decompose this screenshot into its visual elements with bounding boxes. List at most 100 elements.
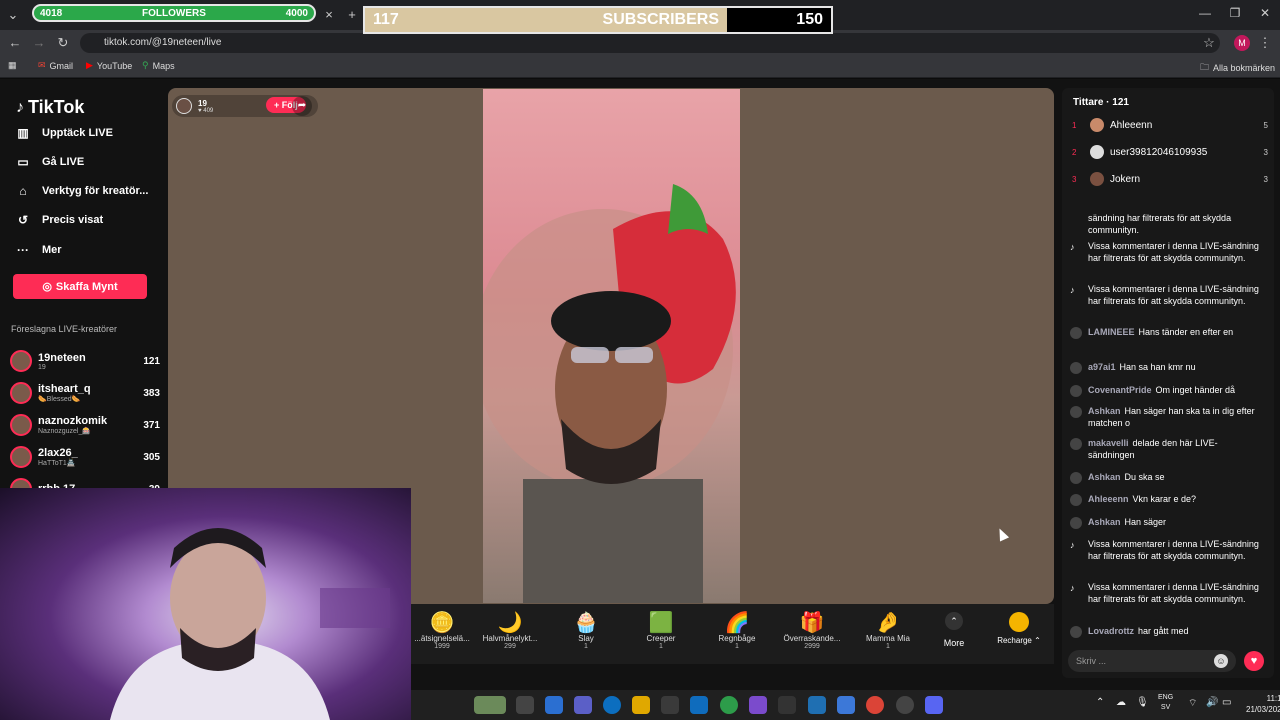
top-viewer-row[interactable]: 1 Ahleeenn 5: [1072, 116, 1268, 134]
microphone-icon[interactable]: 🎙: [1136, 697, 1149, 708]
close-window-icon[interactable]: ✕: [1256, 6, 1274, 24]
bookmark-gmail[interactable]: ✉ Gmail: [38, 60, 73, 71]
tray-chevron-icon[interactable]: ⌃: [1096, 697, 1104, 708]
teams-icon[interactable]: [574, 696, 592, 714]
chat-text: har gått med: [1138, 626, 1189, 636]
store-icon[interactable]: [661, 696, 679, 714]
gift-item[interactable]: 🌈 Regnbåge 1: [701, 610, 773, 650]
tiktok-logo[interactable]: ♪ TikTok: [16, 97, 84, 118]
gift-item[interactable]: 🌙 Halvmånelykt... 299: [474, 610, 546, 650]
chat-username[interactable]: LAMINEEE: [1088, 327, 1135, 337]
chat-username[interactable]: CovenantPride: [1088, 385, 1152, 395]
chat-username[interactable]: Lovadrottz: [1088, 626, 1134, 636]
system-clock[interactable]: 11:10 21/03/2026: [1246, 693, 1280, 715]
creator-item[interactable]: itsheart_q 🌭Blessed🌭 383: [10, 379, 160, 407]
outlook-icon[interactable]: [690, 696, 708, 714]
like-heart-icon[interactable]: ♥: [1244, 651, 1264, 671]
chat-username[interactable]: makavelli: [1088, 438, 1129, 448]
chrome-icon[interactable]: [866, 696, 884, 714]
url-field[interactable]: tiktok.com/@19neteen/live: [80, 33, 1220, 53]
host-avatar[interactable]: [176, 98, 192, 114]
avatar: [10, 382, 32, 404]
nav-item-upptack-live[interactable]: ▥ Upptäck LIVE: [16, 126, 113, 140]
get-coins-button[interactable]: ◎ Skaffa Mynt: [13, 274, 147, 299]
close-tab-icon[interactable]: ×: [320, 6, 338, 24]
avatar: [10, 350, 32, 372]
creator-viewer-count: 121: [143, 355, 160, 367]
vpn-icon[interactable]: [720, 696, 738, 714]
share-icon[interactable]: ➦: [292, 96, 312, 116]
subscribers-remaining: 150: [727, 8, 831, 32]
all-bookmarks[interactable]: 🗀 Alla bokmärken: [1200, 60, 1275, 76]
widget-icon[interactable]: [474, 696, 506, 714]
gift-item[interactable]: 🧁 Slay 1: [550, 610, 622, 650]
viewer-name: Ahleeenn: [1110, 119, 1153, 131]
recharge-button[interactable]: Recharge ⌃: [994, 612, 1044, 645]
chat-username[interactable]: Ashkan: [1088, 517, 1121, 527]
apps-icon[interactable]: ▦: [8, 60, 17, 71]
profile-avatar[interactable]: M: [1234, 35, 1250, 51]
chat-username[interactable]: Ashkan: [1088, 472, 1121, 482]
app-icon[interactable]: [749, 696, 767, 714]
browser-menu-icon[interactable]: ⋮: [1256, 34, 1274, 52]
host-likes: ♥ 409: [198, 107, 214, 114]
chat-message-body: Vissa kommentarer i denna LIVE-sändning …: [1088, 240, 1262, 264]
emoji-icon[interactable]: ☺: [1214, 654, 1228, 668]
chat-username[interactable]: a97ai1: [1088, 362, 1116, 372]
app-icon[interactable]: [778, 696, 796, 714]
chat-username[interactable]: Ashkan: [1088, 406, 1121, 416]
chat-username[interactable]: Ahleeenn: [1088, 494, 1129, 504]
nav-item-recently-viewed[interactable]: ↺ Precis visat: [16, 213, 103, 227]
gift-item[interactable]: 🎁 Överraskande... 2999: [776, 610, 848, 650]
chat-input[interactable]: Skriv ...: [1068, 650, 1236, 672]
task-view-icon[interactable]: [516, 696, 534, 714]
top-viewer-row[interactable]: 2 user39812046109935 3: [1072, 143, 1268, 161]
gift-item[interactable]: 🤌 Mamma Mia 1: [852, 610, 924, 650]
wifi-icon[interactable]: ⌔: [1188, 697, 1197, 710]
restore-icon[interactable]: ❐: [1226, 6, 1244, 24]
forward-icon[interactable]: →: [30, 34, 48, 52]
back-icon[interactable]: ←: [6, 34, 24, 52]
file-explorer-icon[interactable]: [632, 696, 650, 714]
gift-item[interactable]: 🟩 Creeper 1: [625, 610, 697, 650]
tiktok-note-icon: ♪: [1070, 285, 1075, 295]
creator-viewer-count: 305: [143, 451, 160, 463]
creator-item[interactable]: 2lax26_ HaTToT1🏯 305: [10, 443, 160, 471]
obs-icon[interactable]: [896, 696, 914, 714]
viewer-score: 3: [1263, 174, 1268, 184]
new-tab-icon[interactable]: +: [343, 6, 361, 24]
reload-icon[interactable]: ↻: [54, 34, 72, 52]
more-gifts-button[interactable]: ⌃ More: [938, 612, 970, 648]
copilot-icon[interactable]: [545, 696, 563, 714]
bookmark-star-icon[interactable]: ☆: [1200, 34, 1218, 52]
creator-item[interactable]: 19neteen 19 121: [10, 347, 160, 375]
subscribers-goal: 150: [796, 11, 823, 28]
gift-price: 1: [886, 643, 890, 650]
nav-item-ga-live[interactable]: ▭ Gå LIVE: [16, 155, 84, 169]
creator-item[interactable]: naznozkomik Naznozguzel_🎰 371: [10, 411, 160, 439]
top-viewer-row[interactable]: 3 Jokern 3: [1072, 170, 1268, 188]
minimize-icon[interactable]: —: [1196, 6, 1214, 24]
edge-icon[interactable]: [603, 696, 621, 714]
chat-message: Ashkan Han säger han ska ta in dig efter …: [1070, 405, 1262, 429]
discord-icon[interactable]: [925, 696, 943, 714]
bookmark-maps[interactable]: ⚲ Maps: [142, 60, 175, 71]
avatar: [1070, 626, 1082, 638]
avatar: [1090, 145, 1104, 159]
live-video[interactable]: [483, 89, 740, 603]
bookmark-youtube[interactable]: ▶ YouTube: [86, 60, 132, 71]
battery-icon[interactable]: ▭: [1222, 697, 1231, 708]
nav-item-more[interactable]: ··· Mer: [16, 243, 62, 257]
app-icon[interactable]: [837, 696, 855, 714]
gift-icon: 🟩: [648, 612, 674, 634]
app-icon[interactable]: [808, 696, 826, 714]
onedrive-icon[interactable]: ☁: [1116, 697, 1126, 708]
gift-item[interactable]: 🪙 ...ätsignelselä... 1999: [406, 610, 478, 650]
nav-label: Mer: [42, 244, 62, 256]
history-icon: ↺: [17, 213, 29, 227]
tab-search-icon[interactable]: ⌄: [4, 6, 22, 24]
language-indicator[interactable]: ENG SV: [1158, 693, 1173, 713]
volume-icon[interactable]: 🔊: [1206, 697, 1218, 708]
chat-message-body: sändning har filtrerats för att skydda c…: [1088, 212, 1262, 236]
nav-item-creator-tools[interactable]: ⌂ Verktyg för kreatör...: [16, 184, 148, 198]
